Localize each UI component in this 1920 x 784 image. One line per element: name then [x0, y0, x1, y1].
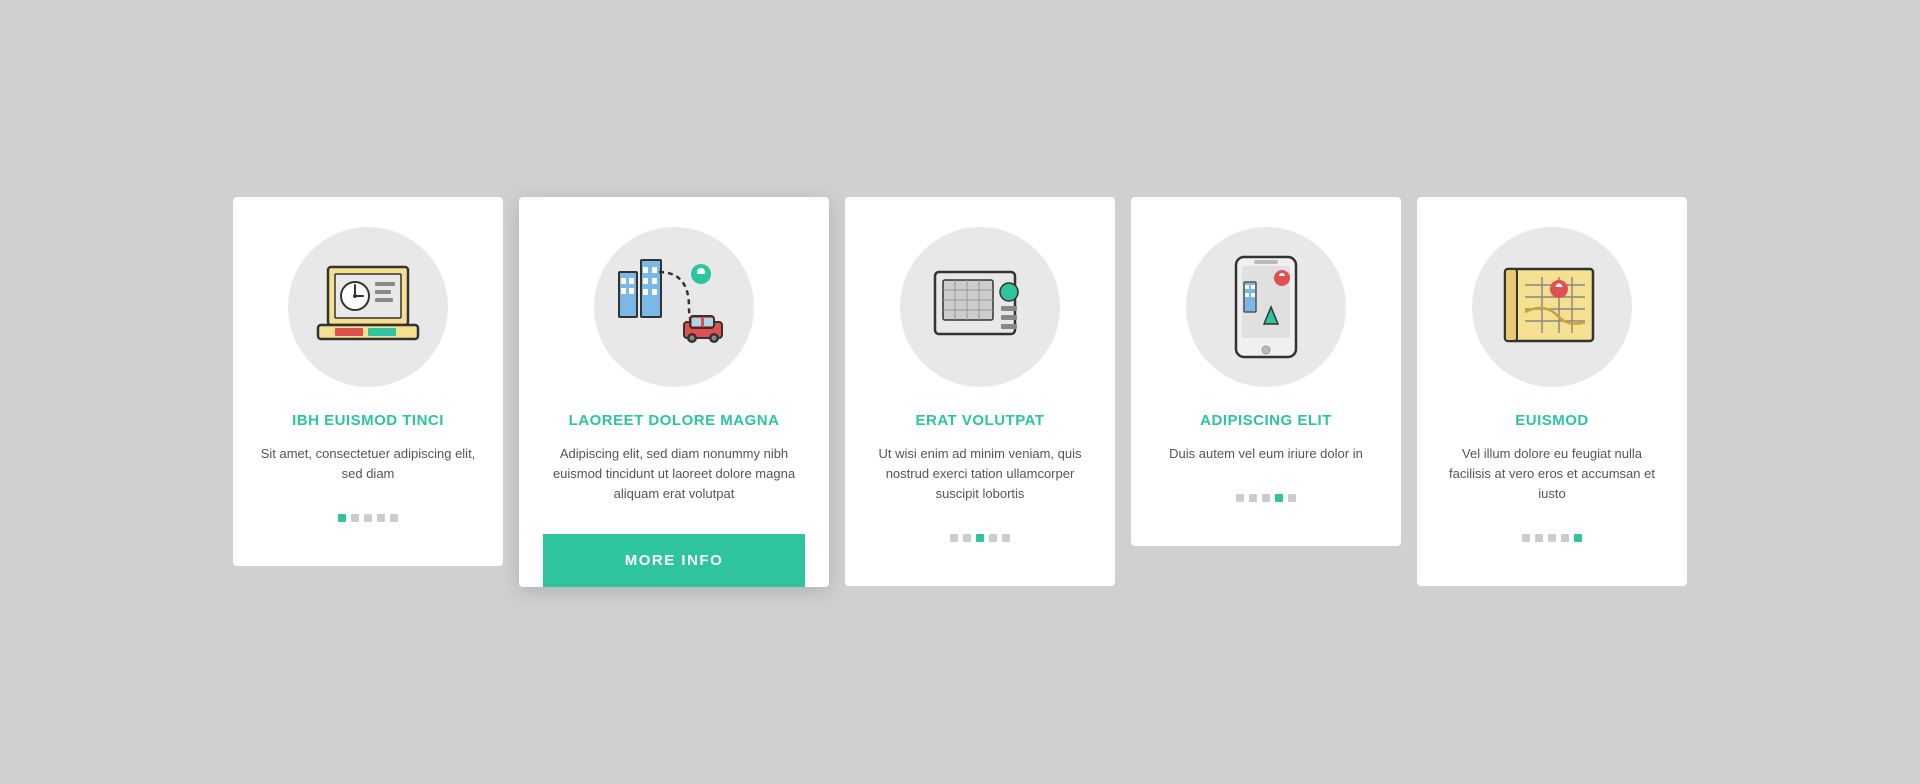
- card-4-dots: [1236, 484, 1296, 522]
- card-3-dots: [950, 524, 1010, 562]
- dot: [1262, 494, 1270, 502]
- dot: [1574, 534, 1582, 542]
- card-2-desc: Adipiscing elit, sed diam nonummy nibh e…: [543, 444, 805, 504]
- mobile-map-icon: [1216, 252, 1316, 362]
- dot: [1288, 494, 1296, 502]
- dot: [963, 534, 971, 542]
- card-1-desc: Sit amet, consectetuer adipiscing elit, …: [257, 444, 479, 484]
- card-5-desc: Vel illum dolore eu feugiat nulla facili…: [1441, 444, 1663, 504]
- dot: [338, 514, 346, 522]
- card-2: LAOREET DOLORE MAGNA Adipiscing elit, se…: [519, 197, 829, 588]
- dot: [1561, 534, 1569, 542]
- card-4-icon-circle: [1186, 227, 1346, 387]
- card-5-title: EUISMOD: [1515, 411, 1589, 431]
- card-4: ADIPISCING ELIT Duis autem vel eum iriur…: [1131, 197, 1401, 547]
- dot: [390, 514, 398, 522]
- map-book-icon: [1497, 257, 1607, 357]
- card-1-dots: [338, 504, 398, 542]
- more-info-button[interactable]: MORE INFO: [543, 534, 805, 587]
- dot: [1548, 534, 1556, 542]
- card-1-title: IBH EUISMOD TINCI: [292, 411, 444, 431]
- card-5: EUISMOD Vel illum dolore eu feugiat null…: [1417, 197, 1687, 587]
- card-1: IBH EUISMOD TINCI Sit amet, consectetuer…: [233, 197, 503, 567]
- card-4-desc: Duis autem vel eum iriure dolor in: [1169, 444, 1363, 464]
- card-1-icon-circle: [288, 227, 448, 387]
- dot: [1249, 494, 1257, 502]
- card-3-icon-circle: [900, 227, 1060, 387]
- dot: [1535, 534, 1543, 542]
- car-navigation-icon: [609, 252, 739, 362]
- card-3-title: ERAT VOLUTPAT: [916, 411, 1045, 431]
- card-3: ERAT VOLUTPAT Ut wisi enim ad minim veni…: [845, 197, 1115, 587]
- dot: [950, 534, 958, 542]
- dot: [351, 514, 359, 522]
- card-3-desc: Ut wisi enim ad minim veniam, quis nostr…: [869, 444, 1091, 504]
- dot: [989, 534, 997, 542]
- card-4-title: ADIPISCING ELIT: [1200, 411, 1332, 431]
- card-2-title: LAOREET DOLORE MAGNA: [569, 411, 780, 431]
- dot: [1002, 534, 1010, 542]
- dot: [1522, 534, 1530, 542]
- card-5-icon-circle: [1472, 227, 1632, 387]
- cards-container: IBH EUISMOD TINCI Sit amet, consectetuer…: [193, 157, 1727, 628]
- dot: [976, 534, 984, 542]
- laptop-tracking-icon: [313, 262, 423, 352]
- card-5-dots: [1522, 524, 1582, 562]
- gps-device-icon: [925, 262, 1035, 352]
- dot: [1236, 494, 1244, 502]
- dot: [364, 514, 372, 522]
- dot: [377, 514, 385, 522]
- card-2-icon-circle: [594, 227, 754, 387]
- dot: [1275, 494, 1283, 502]
